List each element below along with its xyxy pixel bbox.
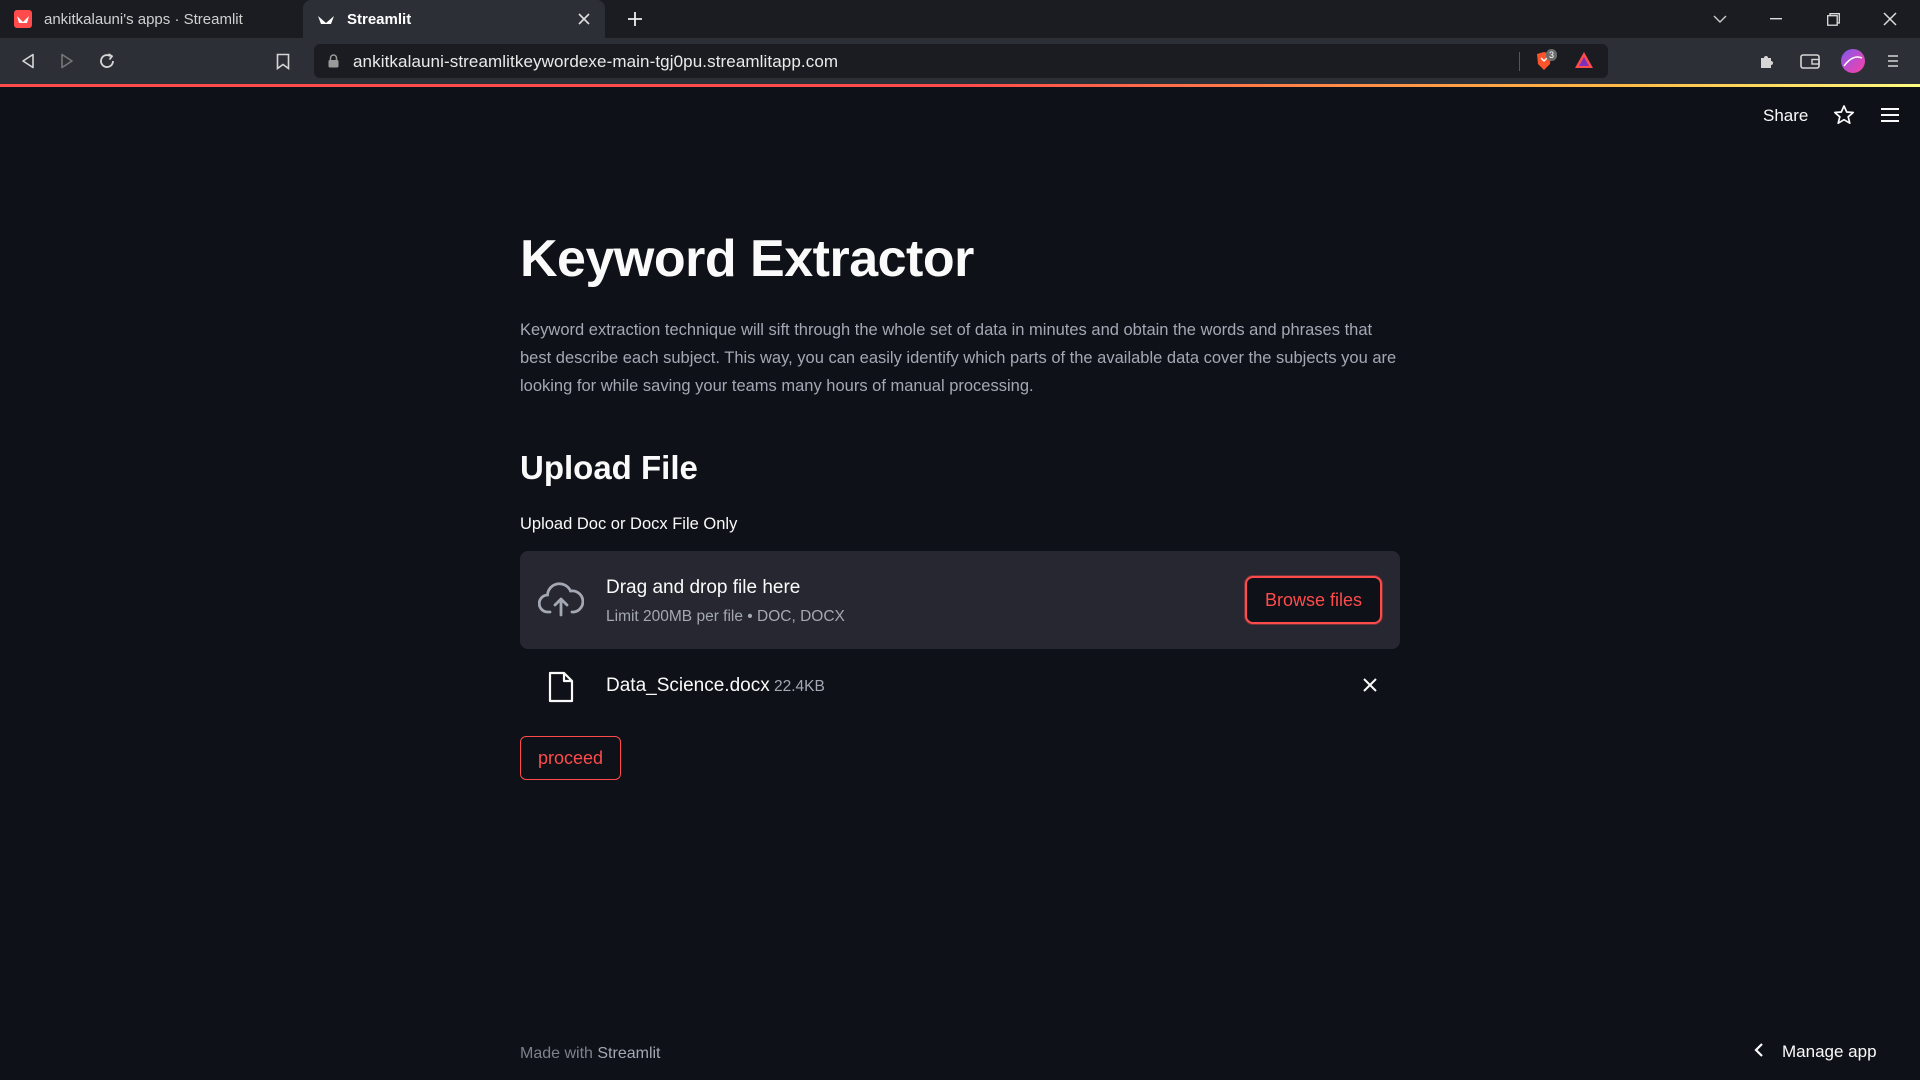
wallet-icon[interactable] (1795, 46, 1825, 76)
file-icon (548, 671, 574, 703)
page-title: Keyword Extractor (520, 230, 974, 288)
section-title: Upload File (520, 449, 698, 486)
new-tab-icon[interactable] (620, 4, 650, 34)
tab-search-chevron-icon[interactable] (1692, 0, 1748, 38)
uploaded-file-row: Data_Science.docx 22.4KB (520, 663, 1400, 709)
url-text: ankitkalauni-streamlitkeywordexe-main-tg… (353, 52, 839, 71)
reload-icon[interactable] (92, 46, 122, 76)
tab-title: Streamlit (347, 10, 412, 28)
close-window-icon[interactable] (1862, 0, 1918, 38)
streamlit-favicon-icon (14, 10, 32, 28)
remove-file-icon[interactable] (1358, 673, 1382, 697)
lock-icon (328, 54, 339, 73)
restore-icon[interactable] (1805, 0, 1861, 38)
manage-app-button[interactable]: Manage app (1754, 1040, 1877, 1064)
brave-rewards-icon[interactable] (1574, 51, 1594, 74)
file-dropzone[interactable]: Drag and drop file here Limit 200MB per … (520, 551, 1400, 649)
forward-icon[interactable] (52, 46, 82, 76)
tab-title: ankitkalauni's apps · Streamlit (44, 10, 243, 28)
tab-apps[interactable]: ankitkalauni's apps · Streamlit (0, 0, 303, 38)
dropzone-title: Drag and drop file here (606, 577, 801, 598)
close-tab-icon[interactable] (573, 8, 595, 30)
extensions-icon[interactable] (1752, 46, 1782, 76)
bookmark-icon[interactable] (268, 46, 298, 76)
chevron-left-icon (1754, 1042, 1764, 1063)
file-size: 22.4KB (774, 678, 825, 695)
browser-tabstrip: ankitkalauni's apps · Streamlit Streamli… (0, 0, 1920, 38)
browse-files-button[interactable]: Browse files (1245, 576, 1382, 624)
profile-avatar[interactable] (1838, 46, 1868, 76)
browser-menu-icon[interactable] (1878, 46, 1908, 76)
minimize-icon[interactable] (1748, 0, 1804, 38)
file-name: Data_Science.docx (606, 675, 770, 696)
footer-made-with: Made with (520, 1045, 593, 1062)
dropzone-limit: Limit 200MB per file • DOC, DOCX (606, 608, 845, 625)
page-description: Keyword extraction technique will sift t… (520, 321, 1397, 395)
footer: Made with Streamlit (520, 1045, 661, 1063)
shield-count-badge: 3 (1546, 49, 1558, 61)
cloud-upload-icon (537, 579, 585, 619)
brave-shield-icon[interactable]: 3 (1533, 49, 1563, 72)
back-icon[interactable] (13, 46, 43, 76)
footer-streamlit-link[interactable]: Streamlit (597, 1045, 660, 1062)
hamburger-menu-icon[interactable] (1876, 101, 1904, 129)
proceed-button[interactable]: proceed (520, 736, 621, 780)
star-icon[interactable] (1830, 101, 1858, 129)
address-bar[interactable]: ankitkalauni-streamlitkeywordexe-main-tg… (314, 44, 1608, 78)
streamlit-favicon-icon (317, 10, 335, 28)
share-button[interactable]: Share (1763, 106, 1808, 126)
tab-streamlit[interactable]: Streamlit (303, 0, 605, 38)
app-header: Share (0, 87, 1920, 143)
manage-app-label: Manage app (1782, 1042, 1877, 1061)
uploader-label: Upload Doc or Docx File Only (520, 515, 738, 533)
browser-toolbar: ankitkalauni-streamlitkeywordexe-main-tg… (0, 38, 1920, 84)
url-separator (1519, 52, 1520, 71)
